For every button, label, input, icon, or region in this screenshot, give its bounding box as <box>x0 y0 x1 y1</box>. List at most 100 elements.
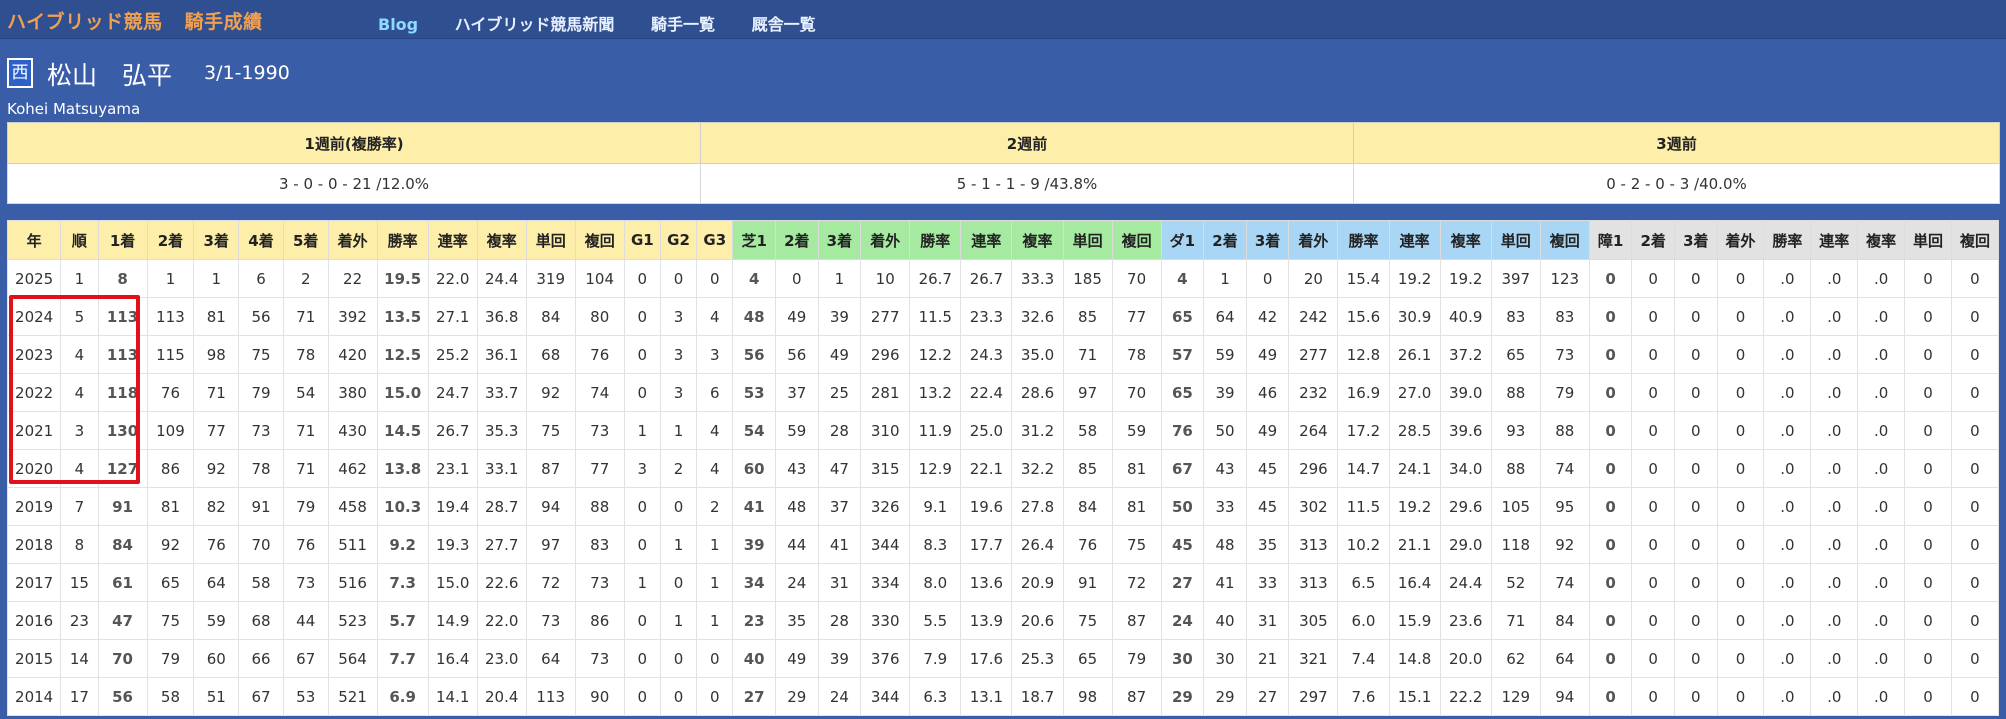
stats-cell: 78 <box>1111 335 1162 374</box>
stats-cell: 35.3 <box>476 411 527 450</box>
stats-cell: 321 <box>1288 639 1339 678</box>
stats-cell: 297 <box>1288 677 1339 716</box>
stats-cell: 26.4 <box>1011 525 1064 564</box>
stats-cell: 420 <box>327 335 378 374</box>
stats-cell: 5.5 <box>909 601 962 640</box>
stats-cell: 76 <box>193 525 240 564</box>
stats-cell: 75 <box>1111 525 1162 564</box>
stats-cell: 73 <box>574 639 625 678</box>
stats-cell: 305 <box>1288 601 1339 640</box>
stats-cell: 17.2 <box>1337 411 1390 450</box>
stats-cell: 1 <box>659 525 698 564</box>
stats-cell: 19.2 <box>1388 487 1441 526</box>
stats-cell: 0 <box>1674 411 1718 450</box>
brand-section[interactable]: 騎手成績 <box>185 11 263 33</box>
stats-cell: 392 <box>327 297 378 336</box>
stats-cell: 0 <box>1674 335 1718 374</box>
yearly-stats-table: 年順 1着 2着 3着 4着 5着 着外 勝率 連率 複率 単回 複回 G1 G2 G3 芝1 2着 3着 着外 勝率… <box>6 220 2000 716</box>
stats-cell: 32.2 <box>1011 449 1064 488</box>
stats-cell: 84 <box>1062 487 1113 526</box>
stats-cell: 41 <box>732 487 776 526</box>
stats-header-cell: 複回 <box>574 220 625 260</box>
stats-cell: 296 <box>1288 449 1339 488</box>
stats-cell: 56 <box>732 335 776 374</box>
stats-row: 2014 17 56 58 51 67 53 521 6.9 14.1 20.4 113 90 0 0 0 27… <box>6 677 2000 716</box>
stats-cell: 32.6 <box>1011 297 1064 336</box>
stats-cell: 65 <box>1160 373 1205 412</box>
stats-cell: 42 <box>1245 297 1290 336</box>
stats-cell: 7.7 <box>376 639 429 678</box>
stats-cell: 0 <box>1950 525 2000 564</box>
stats-cell: 0 <box>1950 335 2000 374</box>
stats-cell: 54 <box>282 373 329 412</box>
stats-cell: 0 <box>1631 563 1675 602</box>
stats-cell: 50 <box>1160 487 1205 526</box>
nav-link-stable-list[interactable]: 厩舎一覧 <box>752 15 816 34</box>
stats-year-cell: 2017 <box>6 563 62 602</box>
stats-header-cell: 芝1 <box>732 220 776 260</box>
stats-cell: 73 <box>238 411 284 450</box>
stats-cell: 77 <box>574 449 625 488</box>
stats-cell: 91 <box>1062 563 1113 602</box>
stats-cell: 26.7 <box>960 259 1013 298</box>
stats-cell: .0 <box>1763 563 1812 602</box>
stats-cell: 0 <box>659 563 698 602</box>
stats-cell: 8.3 <box>909 525 962 564</box>
stats-cell: 58 <box>146 677 195 716</box>
stats-cell: .0 <box>1763 259 1812 298</box>
stats-cell: 11.5 <box>909 297 962 336</box>
stats-year-cell: 2018 <box>6 525 62 564</box>
stats-cell: 29.6 <box>1439 487 1492 526</box>
stats-header-cell: 順 <box>60 220 99 260</box>
stats-header-cell: G2 <box>659 220 698 260</box>
stats-year-cell: 2015 <box>6 639 62 678</box>
stats-cell: 87 <box>525 449 576 488</box>
stats-cell: 77 <box>193 411 240 450</box>
stats-cell: 8 <box>97 259 148 298</box>
stats-cell: 0 <box>1674 449 1718 488</box>
stats-cell: 0 <box>1588 601 1633 640</box>
stats-cell: 15.9 <box>1388 601 1441 640</box>
stats-cell: 41 <box>817 525 862 564</box>
stats-cell: 81 <box>1111 487 1162 526</box>
stats-cell: 0 <box>1716 525 1765 564</box>
stats-cell: 302 <box>1288 487 1339 526</box>
stats-cell: 20.0 <box>1439 639 1492 678</box>
stats-cell: 0 <box>696 639 734 678</box>
stats-cell: .0 <box>1763 411 1812 450</box>
stats-year-cell: 2016 <box>6 601 62 640</box>
stats-cell: 1 <box>696 563 734 602</box>
stats-cell: 430 <box>327 411 378 450</box>
stats-cell: 31 <box>1245 601 1290 640</box>
stats-cell: 0 <box>659 639 698 678</box>
stats-cell: 23 <box>732 601 776 640</box>
stats-cell: 86 <box>146 449 195 488</box>
stats-cell: 0 <box>1904 335 1952 374</box>
stats-cell: .0 <box>1857 677 1906 716</box>
stats-cell: 13.6 <box>960 563 1013 602</box>
site-brand[interactable]: ハイブリッド競馬 騎手成績 <box>7 7 263 34</box>
stats-cell: 9.1 <box>909 487 962 526</box>
stats-cell: 6.3 <box>909 677 962 716</box>
stats-cell: 13.8 <box>376 449 429 488</box>
nav-link-jockey-list[interactable]: 騎手一覧 <box>651 15 715 34</box>
stats-cell: .0 <box>1810 373 1859 412</box>
stats-cell: 12.8 <box>1337 335 1390 374</box>
stats-header-cell: 着外 <box>327 220 378 260</box>
stats-cell: 0 <box>1904 373 1952 412</box>
stats-cell: 91 <box>238 487 284 526</box>
stats-cell: 22.0 <box>476 601 527 640</box>
stats-cell: 82 <box>193 487 240 526</box>
nav-link-blog[interactable]: Blog <box>378 15 418 34</box>
stats-cell: 2 <box>696 487 734 526</box>
nav-link-newspaper[interactable]: ハイブリッド競馬新聞 <box>455 15 615 34</box>
brand-title[interactable]: ハイブリッド競馬 <box>7 11 163 33</box>
stats-cell: 22.0 <box>427 259 478 298</box>
stats-cell: 17 <box>60 677 99 716</box>
stats-cell: 14.9 <box>427 601 478 640</box>
stats-cell: 49 <box>1245 411 1290 450</box>
stats-header-cell: 単回 <box>1490 220 1541 260</box>
stats-cell: 8.0 <box>909 563 962 602</box>
stats-cell: 40 <box>1203 601 1247 640</box>
stats-cell: 35 <box>774 601 819 640</box>
